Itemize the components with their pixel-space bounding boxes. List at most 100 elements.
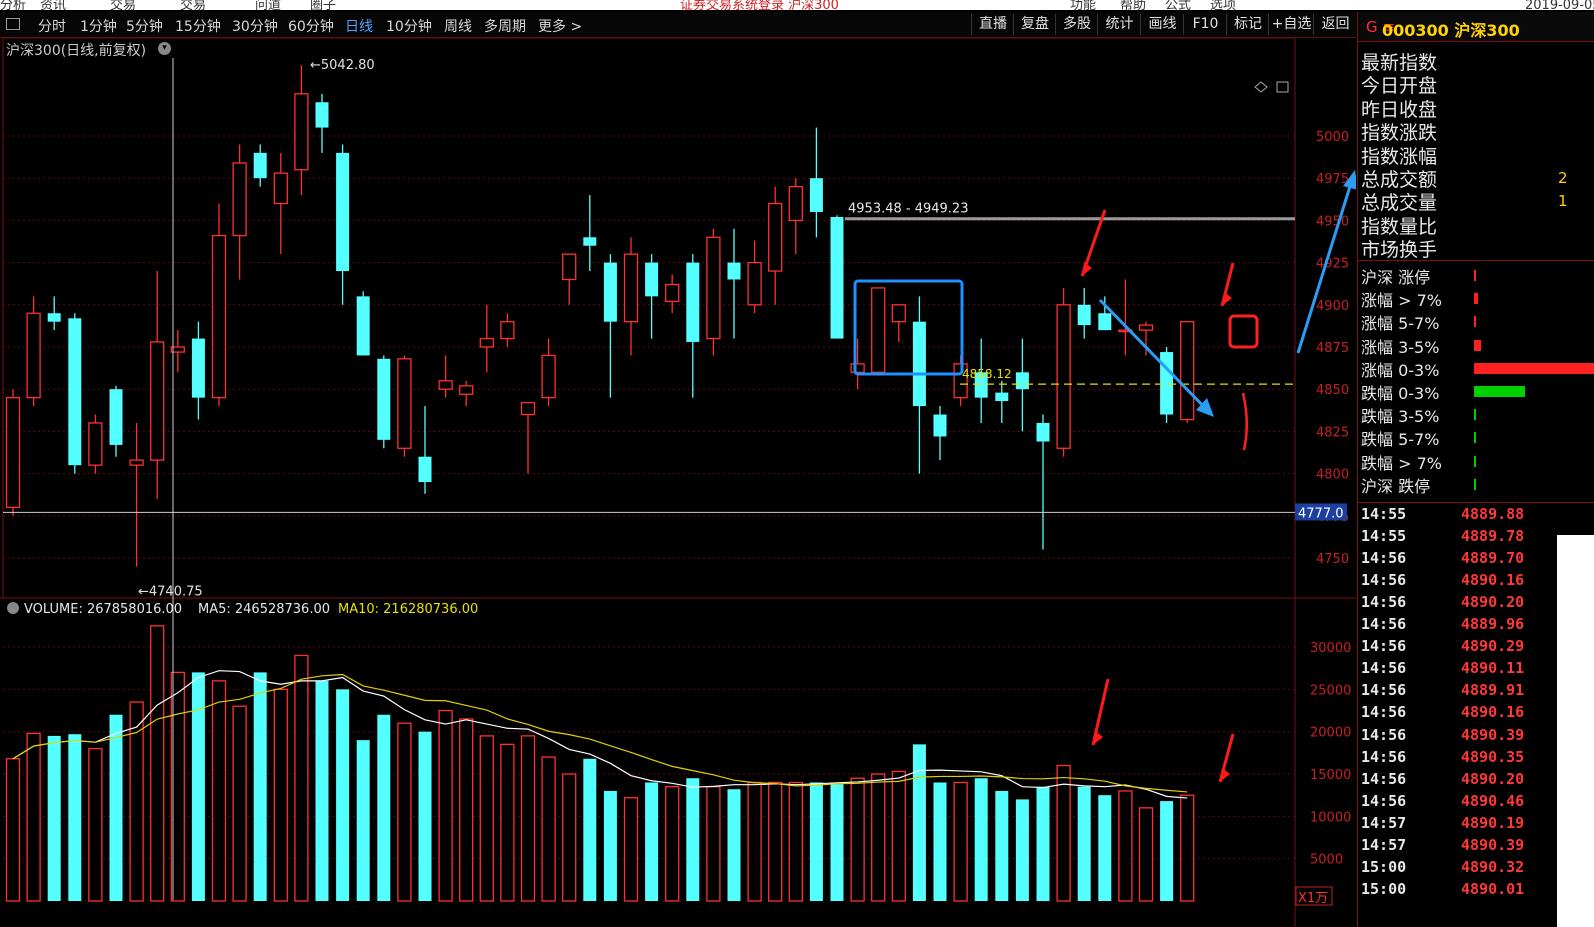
volume-bar — [891, 770, 906, 902]
toolbar-button[interactable]: +自选 — [1268, 14, 1314, 35]
toolbar-button[interactable]: F10 — [1183, 14, 1227, 35]
candle-body — [665, 283, 680, 303]
price-axis-label: 4950 — [1316, 214, 1349, 229]
candle-body — [1077, 304, 1091, 326]
top-menu-item[interactable]: 问道 — [255, 0, 281, 10]
quote-label: 市场换手 — [1361, 239, 1438, 262]
tick-price: 4890.39 — [1461, 835, 1525, 854]
top-menu-item[interactable]: 圈子 — [310, 0, 336, 10]
candle-body — [479, 337, 494, 348]
price-axis-label: 4825 — [1316, 425, 1349, 440]
candle-body — [541, 354, 556, 399]
distribution-bar — [1474, 270, 1476, 281]
top-menu-item[interactable]: 2019-09-05 周四 — [1525, 0, 1594, 10]
top-menu-item[interactable]: 选项 — [1210, 0, 1236, 10]
price-axis-label: 4800 — [1316, 468, 1349, 483]
toolbar-button[interactable]: 统计 — [1097, 14, 1141, 35]
volume-bar — [211, 680, 227, 902]
volume-ma10-label: MA10: 216280736.00 — [338, 602, 478, 617]
volume-bar — [88, 747, 103, 902]
toolbar-button[interactable]: 直播 — [971, 14, 1014, 35]
kline-chart[interactable]: 5000497549504925490048754850482548004775… — [0, 38, 1356, 927]
tick-time: 14:56 — [1361, 593, 1407, 612]
volume-bar — [1036, 786, 1050, 901]
top-menu-item[interactable]: 功能 — [1070, 0, 1096, 10]
period-tab[interactable]: 10分钟 — [386, 16, 432, 36]
top-menu-item[interactable]: 分析 — [0, 0, 26, 10]
tick-time: 15:00 — [1361, 857, 1407, 876]
top-menu-item[interactable]: 帮助 — [1120, 0, 1146, 10]
toolbar-button[interactable]: 返回 — [1313, 14, 1357, 35]
candle-body — [788, 185, 803, 222]
tick-price: 4890.46 — [1461, 791, 1525, 810]
period-tab[interactable]: 1分钟 — [80, 16, 117, 36]
toolbar-button[interactable]: 复盘 — [1013, 14, 1056, 35]
distribution-bar — [1474, 293, 1478, 305]
toolbar-button[interactable]: 画线 — [1140, 14, 1184, 35]
period-tab[interactable]: 更多 > — [538, 16, 582, 36]
chevron-down-icon[interactable] — [7, 602, 19, 614]
tick-row: 14:56 4890.29 — [1361, 637, 1524, 655]
candle-body — [88, 422, 103, 466]
tick-price: 4889.88 — [1461, 505, 1525, 523]
candle-body — [603, 262, 617, 322]
toolbar-menu-icon[interactable] — [6, 18, 20, 30]
volume-bar — [583, 758, 597, 901]
toolbar-button[interactable]: 多股 — [1055, 14, 1098, 35]
volume-bar — [850, 777, 865, 902]
diamond-icon[interactable] — [1254, 81, 1268, 93]
candle-body — [995, 392, 1009, 402]
top-menu-item[interactable]: 交易 — [110, 0, 136, 10]
candle-body — [1098, 313, 1112, 331]
top-menu-item[interactable]: 交易 — [180, 0, 206, 10]
volume-bar — [1098, 795, 1112, 901]
tick-row: 14:56 4889.70 — [1361, 549, 1524, 567]
volume-bar — [5, 758, 21, 902]
top-menu-item[interactable]: 资讯 — [40, 0, 66, 10]
period-tab[interactable]: 多周期 — [484, 16, 526, 36]
volume-bar — [809, 782, 823, 901]
volume-bar — [253, 672, 267, 901]
period-tab[interactable]: 15分钟 — [175, 16, 221, 36]
volume-bar — [336, 689, 350, 901]
top-menu-item[interactable]: 证券交易系统登录 沪深300 — [680, 0, 839, 10]
tick-price: 4889.91 — [1461, 681, 1525, 700]
period-tab[interactable]: 周线 — [444, 16, 472, 36]
candle-body — [871, 287, 886, 373]
volume-axis-label: 20000 — [1310, 726, 1351, 741]
period-tab[interactable]: 30分钟 — [232, 16, 278, 36]
tick-row: 15:00 4890.01 — [1361, 879, 1524, 898]
volume-axis-label: 15000 — [1310, 768, 1351, 783]
period-tab[interactable]: 60分钟 — [288, 16, 334, 36]
period-tab[interactable]: 分时 — [38, 16, 66, 36]
volume-bar — [438, 709, 453, 902]
tick-row: 14:57 4890.39 — [1361, 835, 1524, 854]
candle-body — [129, 459, 144, 466]
volume-bar — [273, 688, 288, 902]
volume-bar — [541, 756, 556, 902]
tick-time: 14:57 — [1361, 835, 1407, 854]
volume-bar — [995, 790, 1009, 901]
distribution-label: 跌幅 3-5% — [1361, 407, 1440, 427]
distribution-label: 跌幅 5-7% — [1361, 430, 1440, 450]
distribution-label: 涨幅 5-7% — [1361, 314, 1440, 334]
top-menu-item[interactable]: 公式 — [1165, 0, 1191, 10]
annotation-arrow-head — [1220, 768, 1230, 782]
volume-bar — [562, 773, 577, 902]
distribution-label: 跌幅 0-3% — [1361, 384, 1440, 403]
panel-toggle-icon[interactable] — [1276, 81, 1289, 93]
candle-body — [377, 358, 391, 440]
volume-bar — [706, 786, 721, 902]
period-tab[interactable]: 日线 — [345, 16, 373, 36]
volume-bar — [1077, 786, 1091, 901]
tick-time: 15:00 — [1361, 879, 1407, 898]
candle-body — [1138, 324, 1154, 331]
tick-row: 14:56 4890.20 — [1361, 770, 1524, 788]
tick-time: 14:56 — [1361, 571, 1407, 590]
range-label: 4953.48 - 4949.23 — [848, 202, 968, 217]
period-tab[interactable]: 5分钟 — [126, 16, 163, 36]
volume-bar — [520, 735, 536, 902]
toolbar-button[interactable]: 标记 — [1226, 14, 1269, 35]
candle-body — [232, 162, 247, 237]
chevron-down-icon[interactable]: ▾ — [158, 42, 171, 55]
